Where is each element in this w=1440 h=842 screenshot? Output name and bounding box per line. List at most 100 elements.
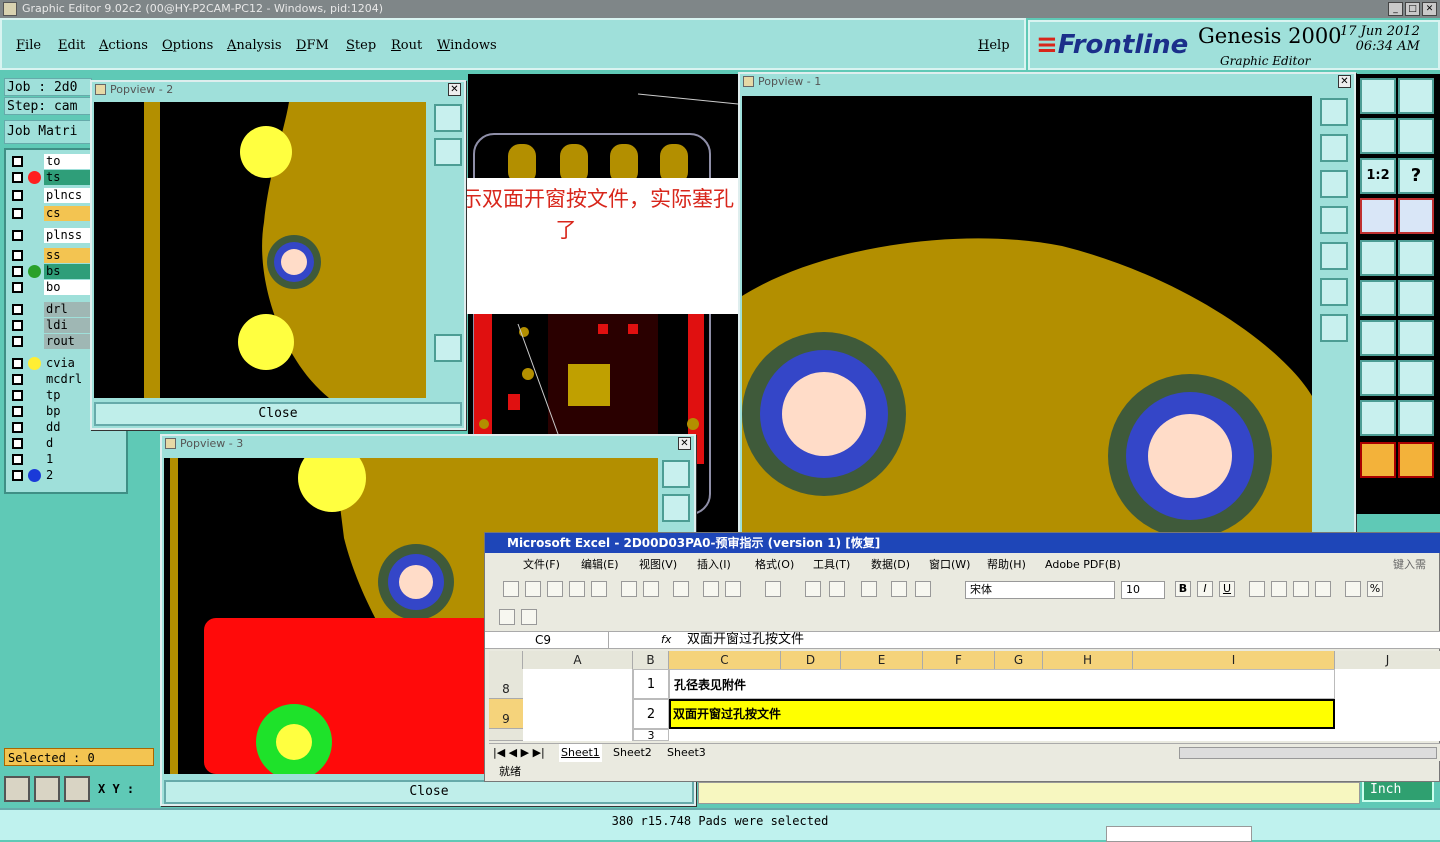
arc-red-icon[interactable] — [1360, 400, 1396, 436]
popview-2-close-button[interactable]: Close — [94, 402, 462, 426]
grid-icon[interactable] — [64, 776, 90, 802]
layer-name[interactable]: d — [44, 436, 122, 451]
help-icon[interactable]: ? — [1398, 158, 1434, 194]
open-icon[interactable] — [525, 581, 541, 597]
menu-analysis[interactable]: Analysis — [227, 38, 282, 53]
zoom-icon[interactable] — [662, 460, 690, 488]
layer-checkbox[interactable] — [12, 390, 23, 401]
connect-icon[interactable] — [1360, 280, 1396, 316]
excel-menu-window[interactable]: 窗口(W) — [929, 555, 970, 575]
menu-options[interactable]: Options — [162, 38, 213, 53]
layer-checkbox[interactable] — [12, 266, 23, 277]
measure-icon[interactable] — [34, 776, 60, 802]
dimension-icon[interactable] — [1360, 360, 1396, 396]
pan-left-icon[interactable] — [1320, 206, 1348, 234]
route-icon[interactable] — [1398, 442, 1434, 478]
column-header[interactable]: C — [669, 651, 781, 669]
window-icon[interactable] — [1398, 78, 1434, 114]
layer-checkbox[interactable] — [12, 358, 23, 369]
row-header[interactable]: 8 — [489, 669, 523, 699]
layer-checkbox[interactable] — [12, 422, 23, 433]
chart-icon[interactable] — [891, 581, 907, 597]
layer-checkbox[interactable] — [12, 230, 23, 241]
layer-row[interactable]: 1 — [8, 452, 124, 467]
pan-icon[interactable] — [1320, 314, 1348, 342]
connect-2-icon[interactable] — [1398, 280, 1434, 316]
email-icon[interactable] — [591, 581, 607, 597]
column-header[interactable]: H — [1043, 651, 1133, 669]
row-header[interactable] — [489, 729, 523, 741]
layer-checkbox[interactable] — [12, 374, 23, 385]
table-cell[interactable]: 孔径表见附件 — [669, 669, 1335, 699]
merge-center-icon[interactable] — [1315, 581, 1331, 597]
menu-file[interactable]: File — [16, 38, 41, 53]
ruler-icon[interactable] — [1360, 240, 1396, 276]
permission-icon[interactable] — [569, 581, 585, 597]
popview-3-close-button[interactable]: Close — [164, 780, 694, 804]
command-input[interactable] — [698, 782, 1360, 804]
layer-checkbox[interactable] — [12, 438, 23, 449]
layer-checkbox[interactable] — [12, 190, 23, 201]
row-header[interactable]: 9 — [489, 699, 523, 729]
currency-icon[interactable] — [1345, 581, 1361, 597]
excel-menu-help[interactable]: 帮助(H) — [987, 555, 1026, 575]
layer-name[interactable]: 2 — [44, 468, 122, 483]
zoom-area-icon[interactable] — [4, 776, 30, 802]
pad-icon[interactable] — [1398, 240, 1434, 276]
layer-checkbox[interactable] — [12, 250, 23, 261]
rotate-icon[interactable] — [1360, 320, 1396, 356]
close-icon[interactable]: ✕ — [678, 437, 691, 450]
undo-icon[interactable] — [1360, 118, 1396, 154]
excel-menu-tools[interactable]: 工具(T) — [813, 555, 850, 575]
pdf-email-icon[interactable] — [521, 609, 537, 625]
layer-row[interactable]: 2 — [8, 468, 124, 483]
column-header[interactable]: A — [523, 651, 633, 669]
net-green-icon[interactable] — [1398, 198, 1434, 234]
excel-menu-file[interactable]: 文件(F) — [523, 555, 560, 575]
sort-icon[interactable] — [861, 581, 877, 597]
research-icon[interactable] — [673, 581, 689, 597]
column-header[interactable]: B — [633, 651, 669, 669]
shapes-icon[interactable] — [1398, 360, 1434, 396]
minimize-icon[interactable]: _ — [1388, 2, 1403, 16]
underline-icon[interactable]: U — [1219, 581, 1235, 597]
paste-icon[interactable] — [725, 581, 741, 597]
zoom-icon[interactable] — [434, 104, 462, 132]
new-icon[interactable] — [503, 581, 519, 597]
layer-checkbox[interactable] — [12, 208, 23, 219]
bold-icon[interactable]: B — [1175, 581, 1191, 597]
hyperlink-icon[interactable] — [805, 581, 821, 597]
layer-checkbox[interactable] — [12, 304, 23, 315]
layer-name[interactable]: 1 — [44, 452, 122, 467]
scale-1-2-icon[interactable]: 1:2 — [1360, 158, 1396, 194]
print-icon[interactable] — [621, 581, 637, 597]
close-icon[interactable]: ✕ — [448, 83, 461, 96]
tab-sheet1[interactable]: Sheet1 — [559, 744, 602, 762]
undo-icon[interactable] — [765, 581, 781, 597]
italic-icon[interactable]: I — [1197, 581, 1213, 597]
excel-menu-view[interactable]: 视图(V) — [639, 555, 677, 575]
center-icon[interactable] — [1320, 278, 1348, 306]
home-icon[interactable] — [434, 138, 462, 166]
redo-icon[interactable] — [1398, 118, 1434, 154]
layer-row[interactable]: d — [8, 436, 124, 451]
tab-scroll-icons[interactable]: |◀ ◀ ▶ ▶| — [493, 744, 545, 762]
table-cell[interactable]: 2 — [633, 699, 669, 729]
font-name-select[interactable]: 宋体 — [965, 581, 1115, 599]
layer-checkbox[interactable] — [12, 336, 23, 347]
horizontal-scrollbar[interactable] — [1179, 747, 1437, 759]
pan-icon[interactable] — [434, 334, 462, 362]
column-header[interactable]: D — [781, 651, 841, 669]
excel-menu-data[interactable]: 数据(D) — [871, 555, 910, 575]
column-header[interactable]: G — [995, 651, 1043, 669]
tab-sheet2[interactable]: Sheet2 — [613, 744, 652, 762]
close-icon[interactable]: ✕ — [1338, 75, 1351, 88]
autosum-icon[interactable] — [829, 581, 845, 597]
align-center-icon[interactable] — [1271, 581, 1287, 597]
column-header[interactable]: I — [1133, 651, 1335, 669]
home-icon[interactable] — [1360, 78, 1396, 114]
column-header[interactable]: F — [923, 651, 995, 669]
menu-actions[interactable]: Actions — [99, 38, 148, 53]
embedded-image[interactable] — [1369, 673, 1435, 693]
popview-2-canvas[interactable] — [94, 102, 426, 398]
